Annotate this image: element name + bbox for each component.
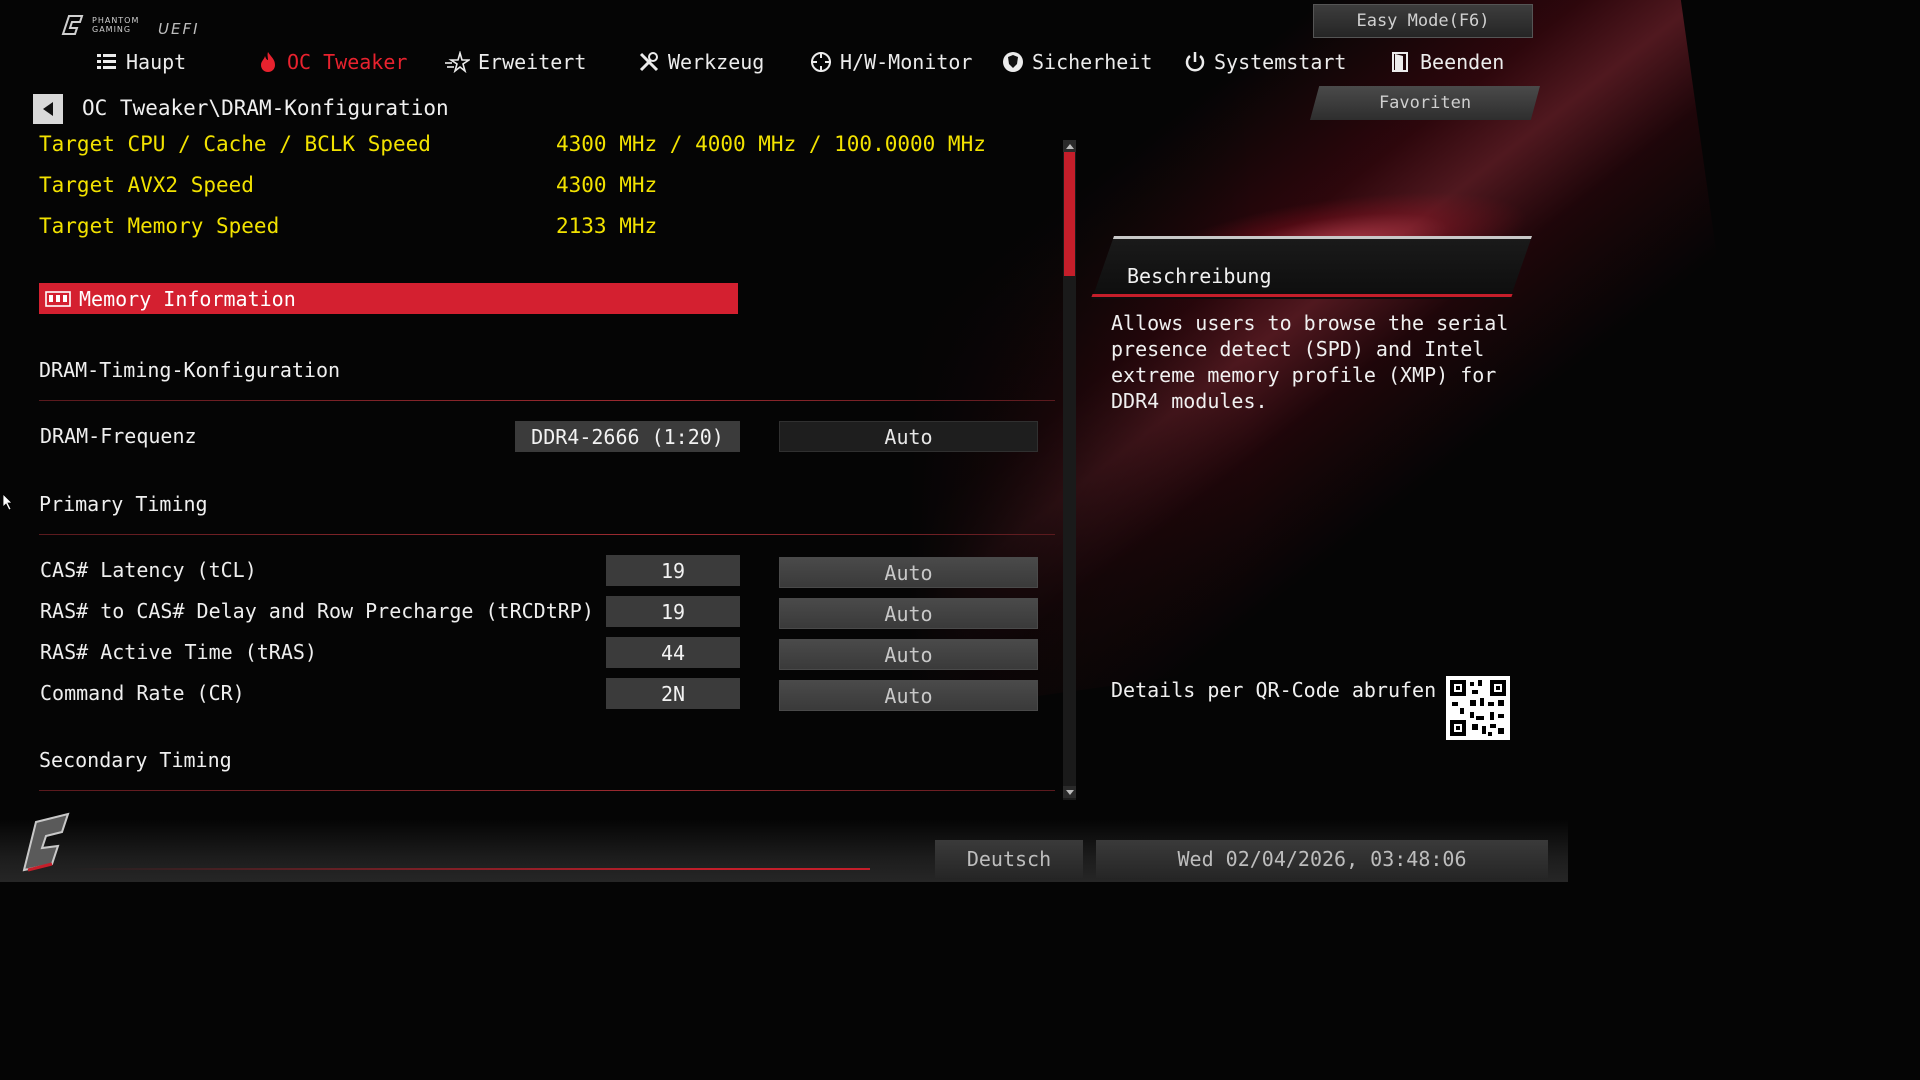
- language-button[interactable]: Deutsch: [935, 840, 1083, 878]
- tab-label: Beenden: [1420, 50, 1505, 74]
- cas-latency-current-value: 19: [606, 555, 740, 586]
- favorites-button[interactable]: Favoriten: [1310, 86, 1540, 120]
- tab-label: Sicherheit: [1032, 50, 1153, 74]
- phantom-gaming-emblem-icon: [22, 812, 70, 872]
- memory-module-icon: [45, 290, 71, 307]
- memory-information-label: Memory Information: [79, 286, 296, 311]
- back-arrow-icon: [43, 102, 53, 116]
- memory-information-item[interactable]: Memory Information: [39, 283, 738, 314]
- dram-frequency-current-value: DDR4-2666 (1:20): [515, 421, 740, 452]
- tab-sicherheit[interactable]: Sicherheit: [1002, 44, 1152, 80]
- info-label-target-cpu: Target CPU / Cache / BCLK Speed: [39, 132, 431, 156]
- command-rate-select[interactable]: Auto: [779, 680, 1038, 711]
- flame-icon: [261, 52, 275, 72]
- info-value-target-avx2: 4300 MHz: [556, 173, 658, 197]
- trcdtrp-label: RAS# to CAS# Delay and Row Precharge (tR…: [40, 599, 594, 623]
- tras-label: RAS# Active Time (tRAS): [40, 640, 317, 664]
- cas-latency-select[interactable]: Auto: [779, 557, 1038, 588]
- tab-label: Erweitert: [478, 50, 587, 74]
- crosshair-icon: [811, 52, 831, 72]
- scroll-up-button[interactable]: [1063, 140, 1076, 152]
- divider: [39, 790, 1055, 791]
- qr-code-label: Details per QR-Code abrufen: [1111, 678, 1437, 702]
- phantom-gaming-logo-icon: [61, 15, 84, 35]
- power-icon: [1185, 52, 1205, 72]
- tab-systemstart[interactable]: Systemstart: [1184, 44, 1346, 80]
- qr-code: [1446, 676, 1510, 740]
- description-header-accent: [1091, 294, 1513, 297]
- trcdtrp-current-value: 19: [606, 596, 740, 627]
- secondary-timing-header: Secondary Timing: [39, 748, 232, 772]
- date-time-display[interactable]: Wed 02/04/2026, 03:48:06: [1096, 840, 1548, 878]
- tab-oc-tweaker[interactable]: OC Tweaker: [257, 44, 407, 80]
- tab-beenden[interactable]: Beenden: [1390, 44, 1504, 80]
- tab-werkzeug[interactable]: Werkzeug: [638, 44, 764, 80]
- star-icon: [445, 51, 470, 73]
- info-label-target-avx2: Target AVX2 Speed: [39, 173, 254, 197]
- shield-icon: [1003, 52, 1023, 72]
- mouse-cursor-icon: [3, 494, 13, 510]
- easy-mode-button[interactable]: Easy Mode(F6): [1313, 4, 1533, 38]
- tab-hw-monitor[interactable]: H/W-Monitor: [810, 44, 972, 80]
- scrollbar-thumb[interactable]: [1064, 152, 1075, 276]
- dram-timing-configuration-item[interactable]: DRAM-Timing-Konfiguration: [39, 358, 340, 382]
- back-button[interactable]: [33, 94, 63, 124]
- scroll-down-icon: [1065, 789, 1074, 795]
- brand-text: PHANTOM GAMING: [92, 16, 140, 34]
- command-rate-label: Command Rate (CR): [40, 681, 245, 705]
- tab-label: Systemstart: [1214, 50, 1347, 74]
- trcdtrp-select[interactable]: Auto: [779, 598, 1038, 629]
- tras-current-value: 44: [606, 637, 740, 668]
- tools-icon: [639, 52, 659, 72]
- dram-frequency-select[interactable]: Auto: [779, 421, 1038, 452]
- info-value-target-cpu: 4300 MHz / 4000 MHz / 100.0000 MHz: [556, 132, 986, 156]
- breadcrumb: OC Tweaker\DRAM-Konfiguration: [82, 96, 449, 120]
- tras-select[interactable]: Auto: [779, 639, 1038, 670]
- cas-latency-label: CAS# Latency (tCL): [40, 558, 257, 582]
- primary-timing-header: Primary Timing: [39, 492, 208, 516]
- list-icon: [97, 54, 116, 69]
- tab-erweitert[interactable]: Erweitert: [444, 44, 586, 80]
- divider: [39, 400, 1055, 401]
- phantom-gaming-logo: PHANTOM GAMING UEFI: [60, 10, 200, 40]
- info-label-target-memory: Target Memory Speed: [39, 214, 280, 238]
- uefi-label: UEFI: [158, 20, 200, 38]
- scroll-down-button[interactable]: [1063, 786, 1076, 798]
- tab-label: H/W-Monitor: [840, 50, 973, 74]
- tab-haupt[interactable]: Haupt: [96, 44, 186, 80]
- command-rate-current-value: 2N: [606, 678, 740, 709]
- tab-label: Werkzeug: [668, 50, 765, 74]
- dram-frequency-label: DRAM-Frequenz: [40, 424, 197, 448]
- exit-door-icon: [1392, 52, 1408, 72]
- tab-label: OC Tweaker: [287, 50, 408, 74]
- description-title: Beschreibung: [1127, 264, 1272, 288]
- scroll-up-icon: [1065, 143, 1074, 149]
- divider: [39, 534, 1055, 535]
- top-navigation: Haupt OC Tweaker Erweitert Werkzeug H/W-…: [0, 44, 1568, 80]
- description-text: Allows users to browse the serial presen…: [1111, 311, 1509, 413]
- bottom-accent-line: [70, 868, 870, 870]
- info-value-target-memory: 2133 MHz: [556, 214, 658, 238]
- tab-label: Haupt: [126, 50, 187, 74]
